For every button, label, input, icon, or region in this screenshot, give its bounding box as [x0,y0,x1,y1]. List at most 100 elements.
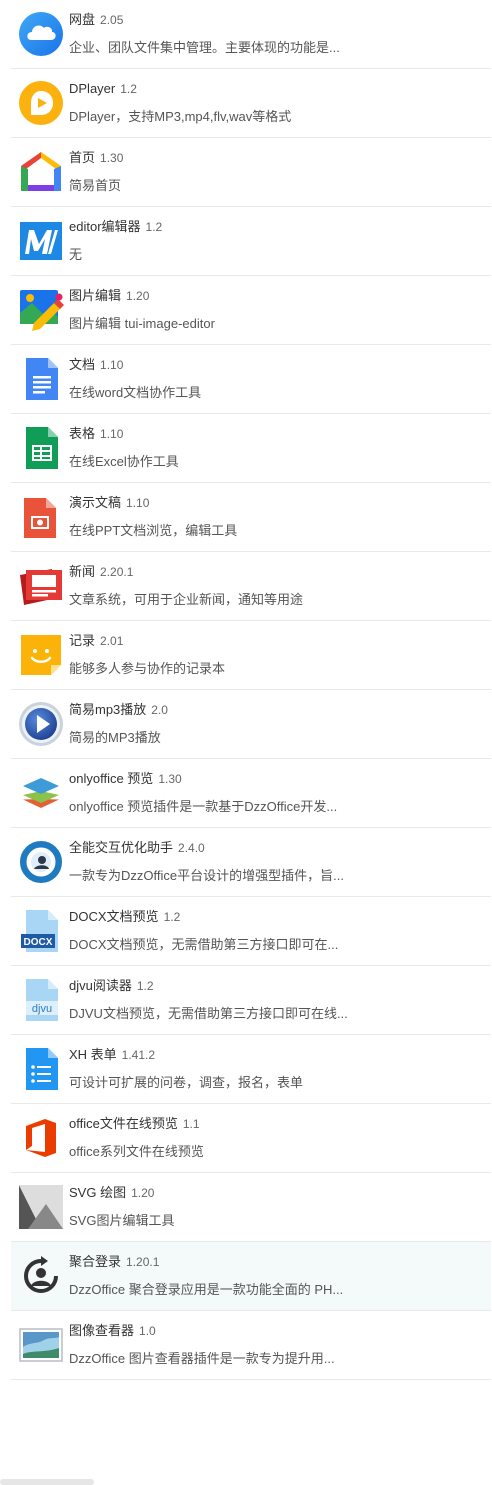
app-version: 1.20 [131,1186,155,1200]
app-item-djvu-reader[interactable]: djvu djvu阅读器 1.2 DJVU文档预览，无需借助第三方接口即可在线..… [11,966,491,1035]
app-description: 在线PPT文档浏览，编辑工具 [69,523,238,538]
app-description: SVG图片编辑工具 [69,1213,175,1228]
app-item-svg-draw[interactable]: SVG 绘图 1.20 SVG图片编辑工具 [11,1173,491,1242]
app-version: 1.30 [158,772,182,786]
app-name: 图片编辑 [69,288,122,303]
app-description: onlyoffice 预览插件是一款基于DzzOffice开发... [69,799,338,814]
app-description: 简易首页 [69,178,122,193]
app-item-aggregate-login[interactable]: 聚合登录 1.20.1 DzzOffice 聚合登录应用是一款功能全面的 PH..… [11,1242,491,1311]
login-icon [18,1253,64,1299]
app-description: DzzOffice 图片查看器插件是一款专为提升用... [69,1351,335,1366]
app-name: editor编辑器 [69,219,141,234]
app-version: 1.20.1 [126,1255,160,1269]
app-name: DOCX文档预览 [69,909,159,924]
app-name: 新闻 [69,564,96,579]
app-name: 首页 [69,150,96,165]
app-version: 1.10 [100,427,124,441]
docx-icon: DOCX [18,908,64,954]
app-name: 聚合登录 [69,1254,122,1269]
app-item-news[interactable]: 新闻 2.20.1 文章系统，可用于企业新闻，通知等用途 [11,552,491,621]
app-description: 简易的MP3播放 [69,730,161,745]
app-item-editor[interactable]: editor编辑器 1.2 无 [11,207,491,276]
app-description: office系列文件在线预览 [69,1144,204,1159]
app-name: 图像查看器 [69,1323,135,1338]
app-name: djvu阅读器 [69,978,132,993]
app-item-office-preview[interactable]: office文件在线预览 1.1 office系列文件在线预览 [11,1104,491,1173]
app-item-onlyoffice[interactable]: onlyoffice 预览 1.30 onlyoffice 预览插件是一款基于Dz… [11,759,491,828]
app-description: DzzOffice 聚合登录应用是一款功能全面的 PH... [69,1282,344,1297]
app-item-mp3-player[interactable]: 简易mp3播放 2.0 简易的MP3播放 [11,690,491,759]
play-icon [18,701,64,747]
app-version: 1.30 [100,151,124,165]
app-item-assistant[interactable]: 全能交互优化助手 2.4.0 一款专为DzzOffice平台设计的增强型插件，旨.… [11,828,491,897]
app-name: 网盘 [69,12,96,27]
app-item-home[interactable]: 首页 1.30 简易首页 [11,138,491,207]
app-version: 1.2 [145,220,163,234]
app-version: 1.10 [126,496,150,510]
app-name: DPlayer [69,81,116,96]
office-icon [18,1115,64,1161]
app-name: 表格 [69,426,96,441]
app-description: DJVU文档预览，无需借助第三方接口即可在线... [69,1006,348,1021]
app-description: 文章系统，可用于企业新闻，通知等用途 [69,592,304,607]
app-name: 文档 [69,357,96,372]
app-description: 在线Excel协作工具 [69,454,179,469]
app-version: 1.2 [120,82,137,96]
svg-text:djvu: djvu [32,1003,52,1015]
editor-icon [18,218,64,264]
app-name: XH 表单 [69,1047,117,1062]
onlyoffice-icon [18,770,64,816]
app-item-xh-form[interactable]: XH 表单 1.41.2 可设计可扩展的问卷，调查，报名，表单 [11,1035,491,1104]
app-item-presentation[interactable]: 演示文稿 1.10 在线PPT文档浏览，编辑工具 [11,483,491,552]
news-icon [18,563,64,609]
notes-icon [18,632,64,678]
app-name: 简易mp3播放 [69,702,147,717]
app-name: 演示文稿 [69,495,122,510]
svg-text:DOCX: DOCX [24,937,53,948]
app-version: 2.4.0 [178,841,205,855]
image-viewer-icon [18,1322,64,1368]
app-name: SVG 绘图 [69,1185,127,1200]
app-item-dplayer[interactable]: DPlayer 1.2 DPlayer，支持MP3,mp4,flv,wav等格式 [11,69,491,138]
app-description: 可设计可扩展的问卷，调查，报名，表单 [69,1075,304,1090]
dplayer-icon [18,80,64,126]
app-item-docx-preview[interactable]: DOCX DOCX文档预览 1.2 DOCX文档预览，无需借助第三方接口即可在..… [11,897,491,966]
app-description: 一款专为DzzOffice平台设计的增强型插件，旨... [69,868,344,883]
app-version: 1.0 [139,1324,156,1338]
image-edit-icon [18,287,64,333]
app-name: 记录 [69,633,96,648]
app-item-image-edit[interactable]: 图片编辑 1.20 图片编辑 tui-image-editor [11,276,491,345]
app-item-netdisk[interactable]: 网盘 2.05 企业、团队文件集中管理。主要体现的功能是... [11,0,491,69]
app-version: 1.2 [136,979,154,993]
app-version: 2.20.1 [100,565,134,579]
horizontal-scrollbar[interactable] [0,1479,94,1485]
app-description: DOCX文档预览，无需借助第三方接口即可在... [69,937,339,952]
document-icon [18,356,64,402]
app-name: onlyoffice 预览 [69,771,154,786]
app-version: 1.41.2 [121,1048,156,1062]
form-icon [18,1046,64,1092]
app-version: 2.01 [100,634,124,648]
spreadsheet-icon [18,425,64,471]
svg-draw-icon [18,1184,64,1230]
assistant-icon [18,839,64,885]
app-item-notes[interactable]: 记录 2.01 能够多人参与协作的记录本 [11,621,491,690]
app-item-image-viewer[interactable]: 图像查看器 1.0 DzzOffice 图片查看器插件是一款专为提升用... [11,1311,491,1380]
app-description: 图片编辑 tui-image-editor [69,316,215,331]
app-description: 在线word文档协作工具 [69,385,202,400]
app-item-spreadsheet[interactable]: 表格 1.10 在线Excel协作工具 [11,414,491,483]
app-item-document[interactable]: 文档 1.10 在线word文档协作工具 [11,345,491,414]
app-name: office文件在线预览 [69,1116,178,1131]
app-version: 1.2 [163,910,181,924]
cloud-icon [18,11,64,57]
djvu-icon: djvu [18,977,64,1023]
home-icon [18,149,64,195]
presentation-icon [18,494,64,540]
app-version: 2.05 [100,13,124,27]
app-version: 1.10 [100,358,124,372]
app-description: DPlayer，支持MP3,mp4,flv,wav等格式 [69,109,292,124]
app-version: 2.0 [151,703,168,717]
app-description: 能够多人参与协作的记录本 [69,661,226,676]
app-version: 1.1 [182,1117,200,1131]
app-list: 网盘 2.05 企业、团队文件集中管理。主要体现的功能是... DPlayer 1.… [11,0,491,1380]
